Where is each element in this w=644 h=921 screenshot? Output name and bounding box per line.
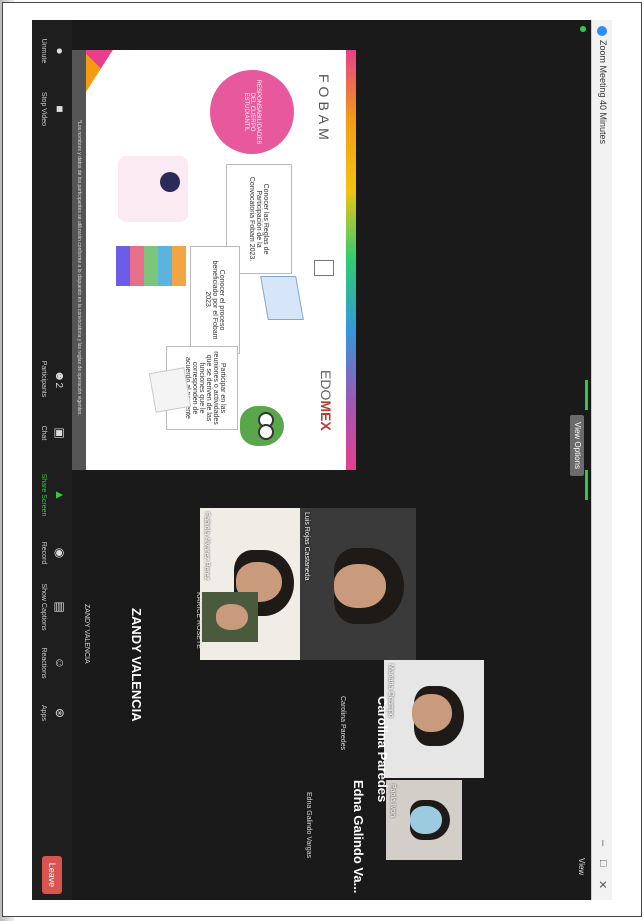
books-stack-illustration	[116, 246, 186, 286]
participant-display-name: Edna Galindo Va...	[351, 780, 366, 894]
share-indicator-right	[585, 470, 588, 500]
fobam-logo: FOBAM	[316, 74, 332, 144]
student-illustration	[118, 156, 188, 222]
stop-video-button[interactable]: ■ Stop Video	[40, 82, 68, 136]
title-bar: Zoom Meeting 40 Minutes – □ ✕	[591, 20, 612, 900]
show-captions-button[interactable]: ▤ Show Captions	[40, 580, 68, 634]
participant-name: Luis Rojas Castaneda	[303, 512, 310, 581]
participant-display-name: Carolina Paredes	[375, 696, 390, 803]
zoom-logo-icon	[597, 26, 607, 36]
chat-icon: ▣	[53, 427, 67, 439]
participant-display-name: ZANDY VALENCIA	[129, 608, 144, 722]
participant-name: Paola Ivon	[389, 784, 396, 818]
slide-footer: *Los nombres y datos de los participante…	[71, 50, 86, 470]
participant-tile[interactable]: Luis Rojas Castaneda	[300, 508, 416, 660]
video-camera-icon: ■	[53, 105, 67, 113]
maximize-icon[interactable]: □	[597, 860, 609, 867]
paper-illustration	[148, 367, 192, 413]
participant-name: KARICE ROSETE	[195, 592, 202, 649]
chat-button[interactable]: ▣ Chat	[40, 406, 68, 460]
participant-photo-tile[interactable]	[202, 592, 258, 642]
student-head-illustration	[160, 172, 180, 192]
window-title: Zoom Meeting 40 Minutes	[598, 40, 608, 145]
record-button[interactable]: ◉ Record	[40, 526, 68, 580]
captions-icon: ▤	[53, 601, 67, 613]
view-options-button[interactable]: View Options	[570, 415, 584, 476]
meeting-toolbar: ● Unmute ■ Stop Video ☻2 Participants ▣ Chat…	[32, 20, 72, 900]
close-icon[interactable]: ✕	[596, 880, 609, 889]
participants-button[interactable]: ☻2 Participants	[40, 352, 68, 406]
share-screen-button[interactable]: ▲ Share Screen	[40, 468, 68, 522]
share-screen-icon: ▲	[53, 489, 67, 501]
participant-name: Fabiola Alvarez Perez	[203, 512, 210, 581]
zoom-window: Zoom Meeting 40 Minutes – □ ✕ View Optio…	[32, 20, 612, 900]
share-indicator	[585, 380, 588, 410]
reactions-button[interactable]: ☺ Reactions	[40, 636, 68, 690]
edomex-logo: EDOMEX	[318, 370, 334, 431]
unmute-button[interactable]: ● Unmute	[40, 24, 68, 78]
record-icon: ◉	[53, 547, 67, 559]
owl-illustration	[240, 406, 284, 446]
leave-button[interactable]: Leave	[42, 856, 62, 894]
view-button[interactable]: View	[577, 858, 586, 875]
apps-icon: ⊛	[53, 707, 67, 719]
participant-tile[interactable]: Mariana Ocampo	[384, 660, 484, 778]
participants-icon: ☻2	[53, 369, 67, 389]
shared-slide: FOBAM EDOMEX RESPONSABILIDADES DEL CUERP…	[71, 50, 356, 470]
government-seal-icon	[314, 260, 334, 276]
microphone-muted-icon: ●	[53, 47, 67, 55]
connection-indicator-icon	[580, 26, 586, 32]
participant-tile[interactable]: Paola Ivon	[386, 780, 462, 860]
slide-box-2: Conocer el proceso beneficiado por el Fo…	[190, 246, 240, 354]
participant-name: Carolina Paredes	[339, 696, 346, 751]
responsibilities-circle: RESPONSABILIDADES DEL CUERPO ESTUDIANTIL	[210, 70, 294, 154]
apps-button[interactable]: ⊛ Apps	[40, 686, 68, 740]
participant-name: ZANDY VALENCIA	[83, 604, 90, 664]
reactions-icon: ☺	[53, 656, 67, 670]
book-illustration	[260, 276, 304, 320]
participant-name: Edna Galindo Vargas	[305, 792, 312, 859]
minimize-icon[interactable]: –	[597, 840, 609, 846]
rainbow-strip	[346, 50, 356, 470]
